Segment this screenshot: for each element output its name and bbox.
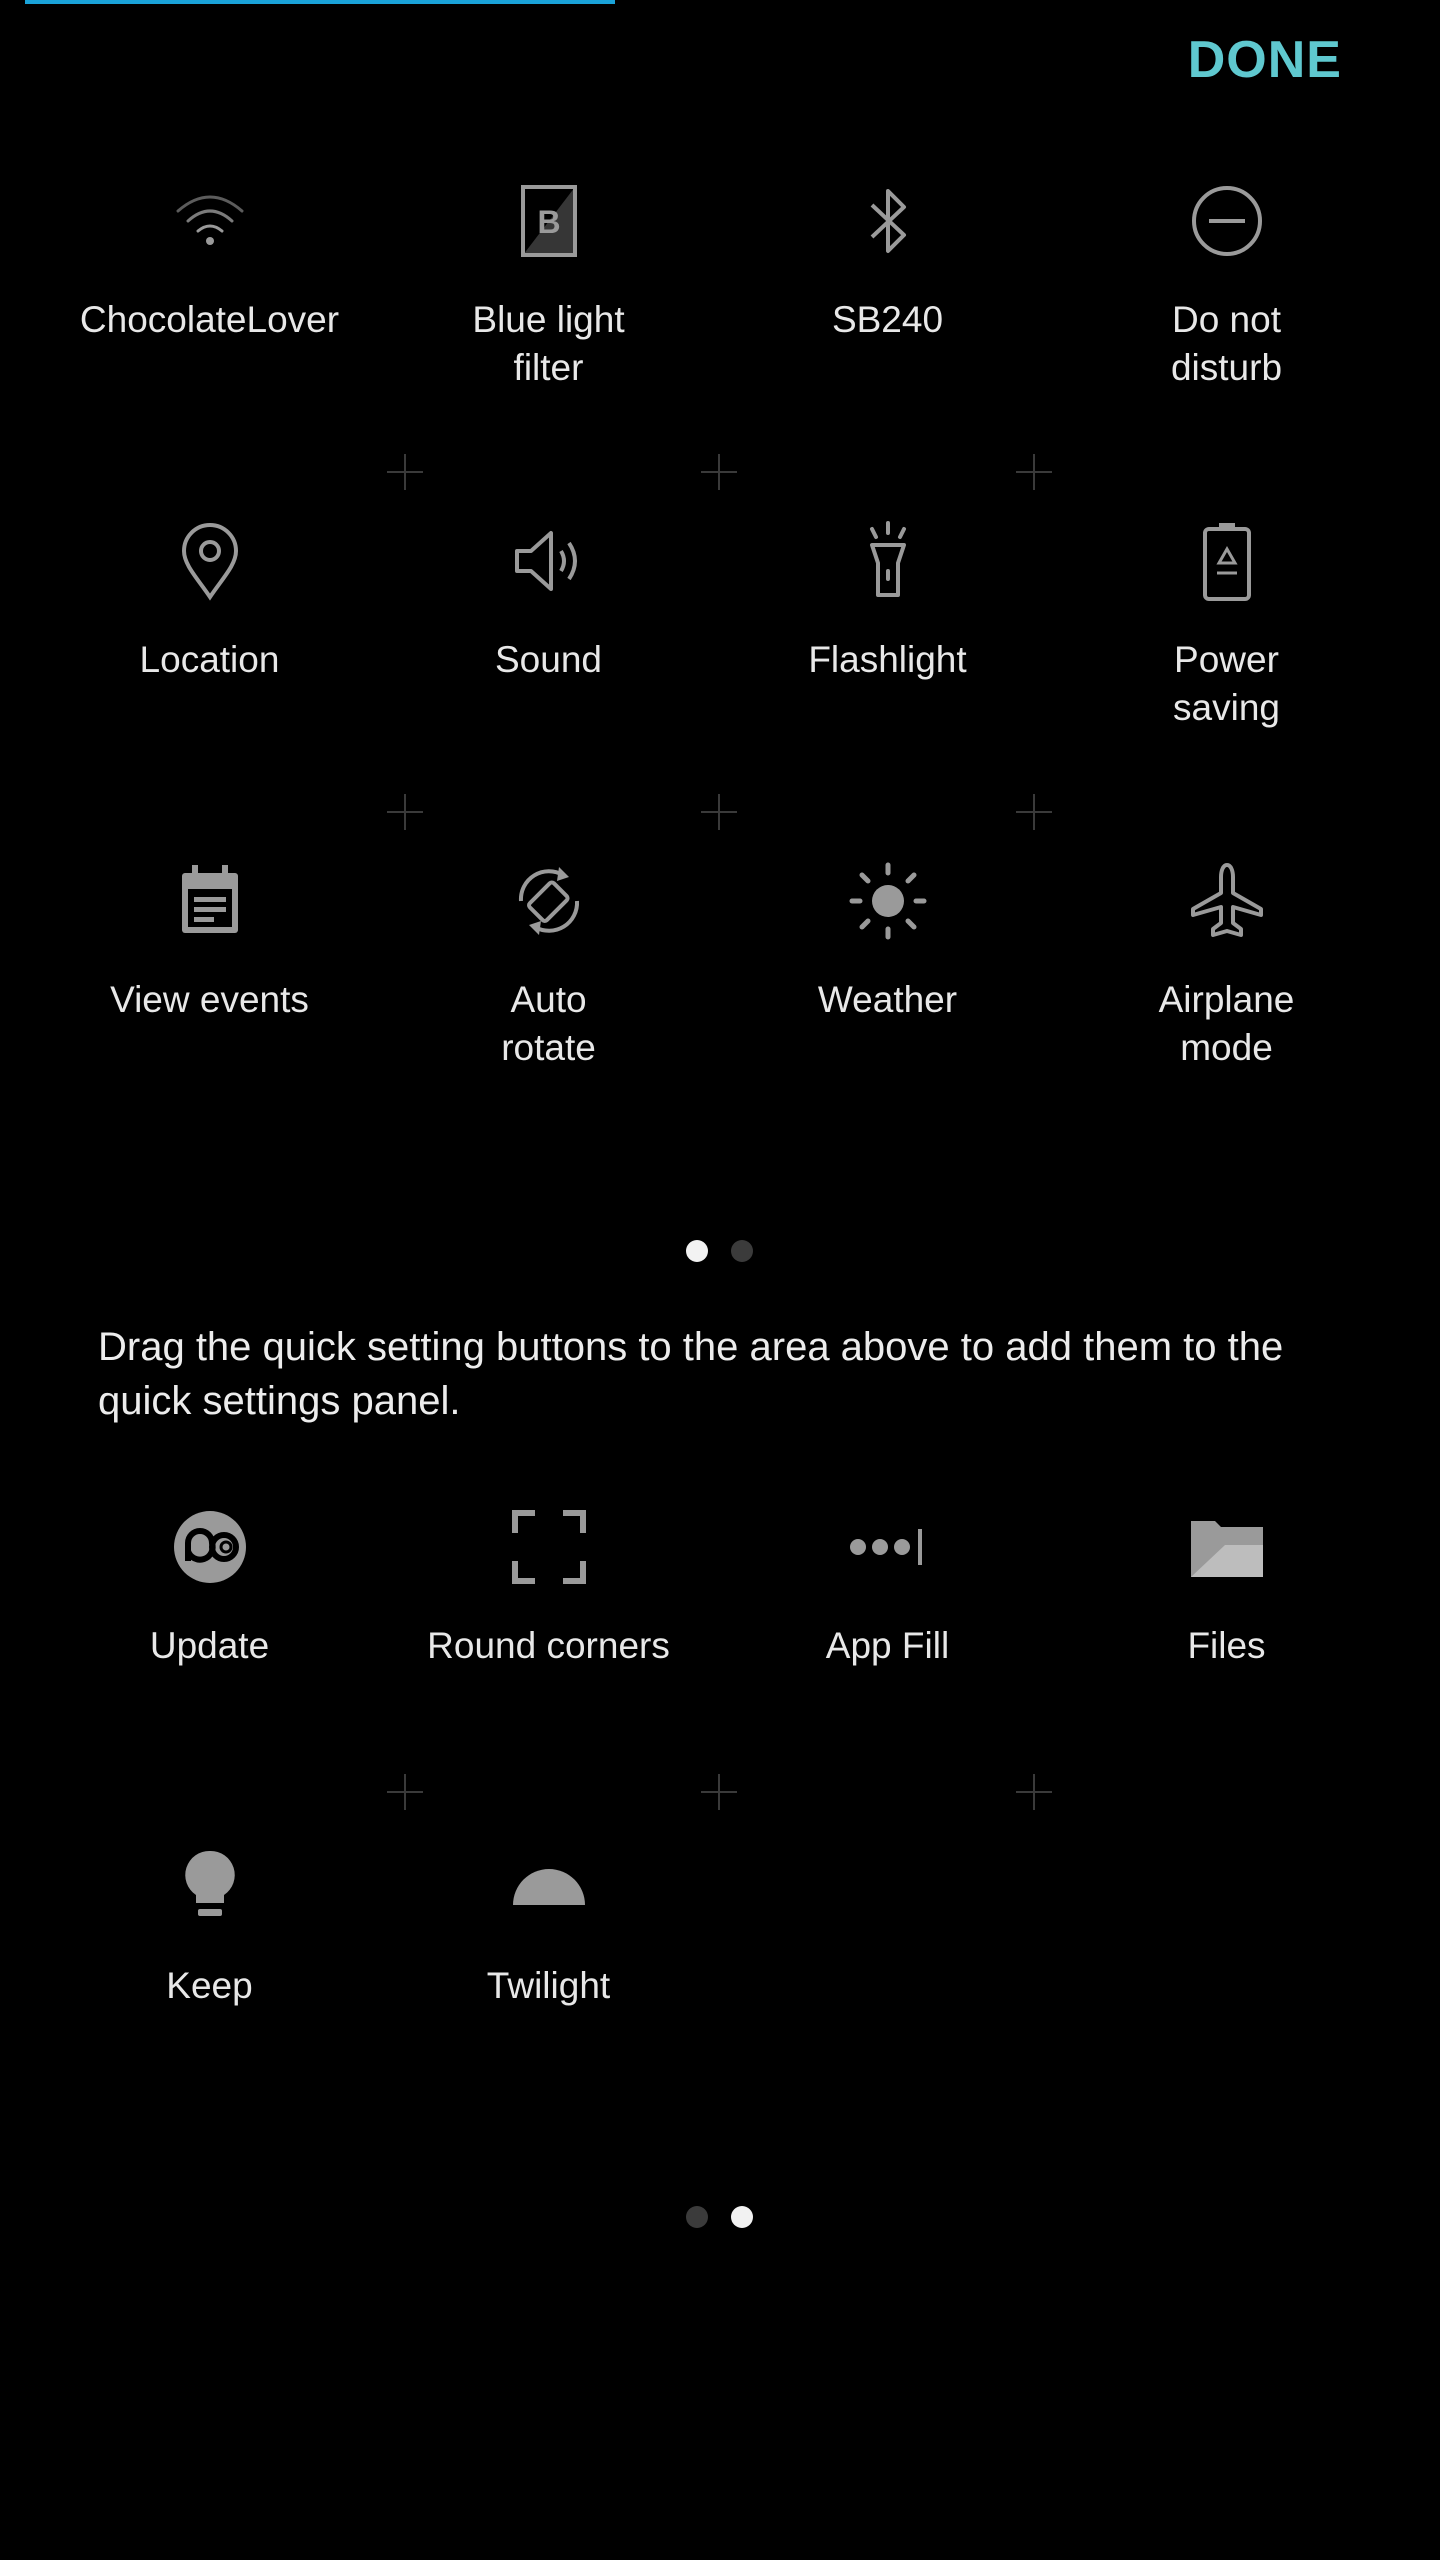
drag-instructions: Drag the quick setting buttons to the ar… — [98, 1325, 1284, 1423]
available-tile[interactable]: Round corners — [379, 1502, 718, 1802]
tile-label: Flashlight — [808, 639, 967, 680]
tile-label: Twilight — [486, 1965, 611, 2006]
tile-label: Weather — [817, 979, 958, 1020]
grid-separator-plus — [1016, 794, 1052, 830]
svg-text:B: B — [537, 204, 560, 240]
grid-separator-plus — [387, 794, 423, 830]
page-dot[interactable] — [731, 1240, 753, 1262]
tile-label: Power saving — [1173, 639, 1280, 728]
blue-light-filter-icon: B — [504, 176, 594, 266]
active-tile[interactable]: B Blue light filter — [379, 176, 718, 476]
auto-rotate-icon — [504, 856, 594, 946]
tile-label: View events — [110, 979, 309, 1020]
round-corners-icon — [504, 1502, 594, 1592]
available-tile[interactable]: Files — [1057, 1502, 1396, 1802]
grid-separator-plus — [387, 454, 423, 490]
active-tile[interactable]: ChocolateLover — [40, 176, 379, 476]
do-not-disturb-icon — [1182, 176, 1272, 266]
available-tile[interactable]: App Fill — [718, 1502, 1057, 1802]
tile-label: Location — [139, 639, 280, 680]
grid-separator-plus — [701, 454, 737, 490]
grid-separator-plus — [701, 1774, 737, 1810]
power-saving-icon — [1182, 516, 1272, 606]
tile-label: ChocolateLover — [79, 299, 340, 340]
top-page-indicator — [0, 1240, 1440, 1264]
tile-label: SB240 — [831, 299, 944, 340]
tile-label: App Fill — [825, 1625, 950, 1666]
tile-label: Round corners — [427, 1625, 670, 1666]
page-dot[interactable] — [686, 2206, 708, 2228]
calendar-icon — [165, 856, 255, 946]
tile-label: Blue light filter — [472, 299, 625, 388]
active-tile[interactable]: Auto rotate — [379, 856, 718, 1156]
tile-label: Keep — [166, 1965, 253, 2006]
grid-separator-plus — [1016, 1774, 1052, 1810]
active-tile[interactable]: Flashlight — [718, 516, 1057, 816]
flashlight-icon — [843, 516, 933, 606]
airplane-icon — [1182, 856, 1272, 946]
active-tile[interactable]: Location — [40, 516, 379, 816]
available-tile[interactable]: Twilight — [379, 1842, 718, 2142]
grid-separator-plus — [1016, 454, 1052, 490]
active-tile[interactable]: Sound — [379, 516, 718, 816]
wifi-icon — [165, 176, 255, 266]
available-tile[interactable]: Update — [40, 1502, 379, 1802]
page-dot[interactable] — [686, 1240, 708, 1262]
grid-separator-plus — [701, 794, 737, 830]
tile-label: Update — [149, 1625, 270, 1666]
done-button[interactable]: DONE — [1188, 30, 1342, 90]
bluetooth-icon — [843, 176, 933, 266]
tile-label: Auto rotate — [501, 979, 596, 1068]
active-tile[interactable]: View events — [40, 856, 379, 1156]
files-icon — [1182, 1502, 1272, 1592]
tile-label: Airplane mode — [1158, 979, 1295, 1068]
grid-separator-plus — [387, 1774, 423, 1810]
tile-label: Do not disturb — [1170, 299, 1283, 388]
sound-icon — [504, 516, 594, 606]
active-tile[interactable]: Weather — [718, 856, 1057, 1156]
location-icon — [165, 516, 255, 606]
weather-icon — [843, 856, 933, 946]
tile-label: Sound — [495, 639, 602, 680]
available-tile[interactable]: Keep — [40, 1842, 379, 2142]
active-tile[interactable]: Do not disturb — [1057, 176, 1396, 476]
active-tile[interactable]: SB240 — [718, 176, 1057, 476]
active-tile[interactable]: Power saving — [1057, 516, 1396, 816]
twilight-icon — [504, 1842, 594, 1932]
progress-track — [0, 0, 1440, 4]
tile-label: Files — [1187, 1625, 1266, 1666]
update-icon — [165, 1502, 255, 1592]
bottom-page-indicator — [0, 2206, 1440, 2230]
page-dot[interactable] — [731, 2206, 753, 2228]
progress-fill — [25, 0, 616, 4]
keep-icon — [165, 1842, 255, 1932]
active-tile[interactable]: Airplane mode — [1057, 856, 1396, 1156]
app-fill-icon — [843, 1502, 933, 1592]
